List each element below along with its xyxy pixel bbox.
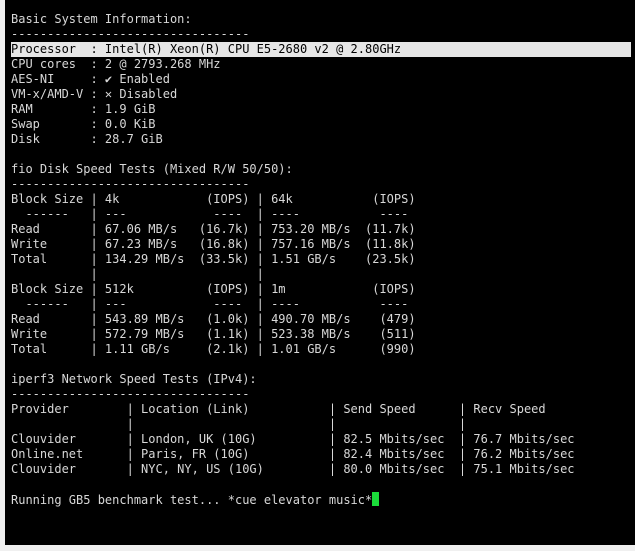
terminal-line: fio Disk Speed Tests (Mixed R/W 50/50):	[11, 162, 293, 176]
block-cursor-icon	[372, 492, 380, 506]
terminal-line: Read | 543.89 MB/s (1.0k) | 490.70 MB/s …	[11, 312, 416, 326]
terminal-line: Block Size | 512k (IOPS) | 1m (IOPS)	[11, 282, 416, 296]
terminal-line: Read | 67.06 MB/s (16.7k) | 753.20 MB/s …	[11, 222, 416, 236]
terminal-line: ---------------------------------	[11, 387, 250, 401]
terminal-line: Block Size | 4k (IOPS) | 64k (IOPS)	[11, 192, 416, 206]
terminal-line: VM-x/AMD-V : ✕ Disabled	[11, 87, 178, 101]
terminal-line: | |	[11, 267, 264, 281]
terminal-prompt-line: Running GB5 benchmark test... *cue eleva…	[11, 492, 631, 507]
terminal-line: iperf3 Network Speed Tests (IPv4):	[11, 372, 257, 386]
terminal-line: Total | 134.29 MB/s (33.5k) | 1.51 GB/s …	[11, 252, 416, 266]
terminal-line: AES-NI : ✔ Enabled	[11, 72, 170, 86]
terminal-line: ---------------------------------	[11, 27, 250, 41]
terminal-line: ---------------------------------	[11, 177, 250, 191]
terminal-line: Write | 572.79 MB/s (1.1k) | 523.38 MB/s…	[11, 327, 416, 341]
terminal-output: Basic System Information: --------------…	[11, 12, 631, 507]
terminal-line: Disk : 28.7 GiB	[11, 132, 163, 146]
terminal-line: Total | 1.11 GB/s (2.1k) | 1.01 GB/s (99…	[11, 342, 416, 356]
prompt-text: Running GB5 benchmark test... *cue eleva…	[11, 493, 373, 507]
terminal-line: CPU cores : 2 @ 2793.268 MHz	[11, 57, 221, 71]
terminal-line: ------ | --- ---- | ---- ----	[11, 297, 409, 311]
terminal-line: ------ | --- ---- | ---- ----	[11, 207, 409, 221]
terminal-line: Basic System Information:	[11, 12, 192, 26]
screen: Basic System Information: --------------…	[0, 0, 635, 551]
terminal-line: RAM : 1.9 GiB	[11, 102, 156, 116]
terminal-line: Clouvider | NYC, NY, US (10G) | 80.0 Mbi…	[11, 462, 575, 476]
terminal-line: | | |	[11, 417, 467, 431]
terminal-line-selected: Processor : Intel(R) Xeon(R) CPU E5-2680…	[11, 42, 631, 57]
terminal-line: Clouvider | London, UK (10G) | 82.5 Mbit…	[11, 432, 575, 446]
terminal-line: Provider | Location (Link) | Send Speed …	[11, 402, 546, 416]
terminal-window[interactable]: Basic System Information: --------------…	[5, 0, 635, 545]
terminal-line: Swap : 0.0 KiB	[11, 117, 156, 131]
terminal-line: Write | 67.23 MB/s (16.8k) | 757.16 MB/s…	[11, 237, 416, 251]
terminal-line: Online.net | Paris, FR (10G) | 82.4 Mbit…	[11, 447, 575, 461]
